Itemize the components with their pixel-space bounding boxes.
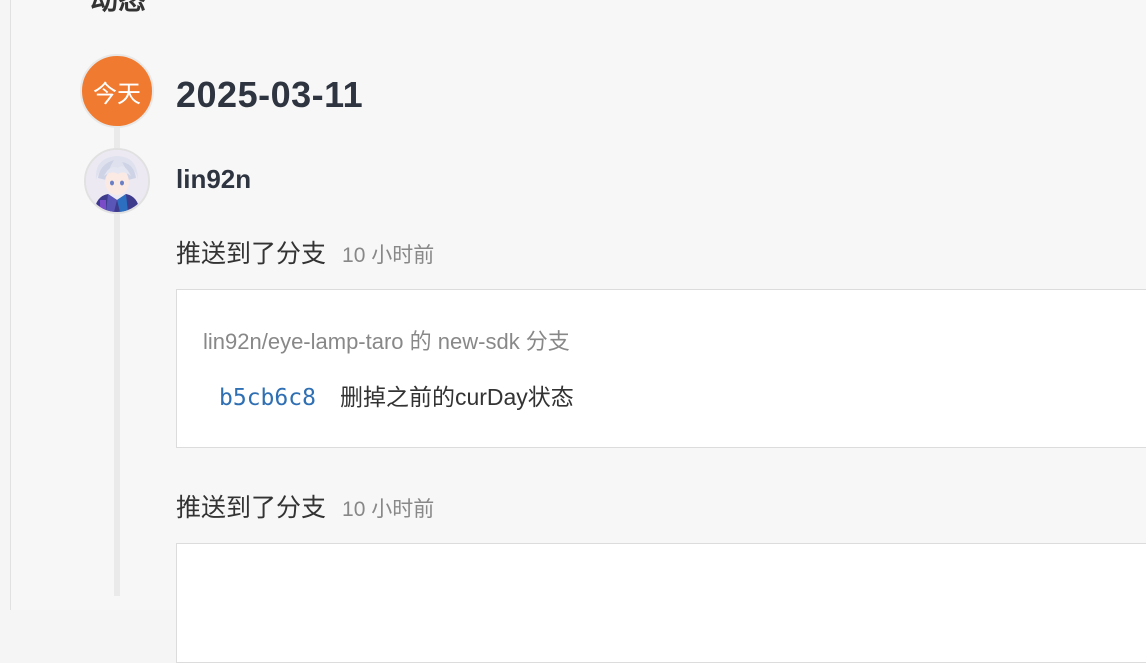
date-badge: 今天	[80, 54, 154, 128]
event-action: 推送到了分支	[176, 494, 327, 522]
push-card	[176, 543, 1146, 663]
date-badge-label: 今天	[93, 80, 141, 108]
commit-row: b5cb6c8 删掉之前的curDay状态	[219, 378, 574, 412]
repo-branch-link[interactable]: lin92n/eye-lamp-taro 的 new-sdk 分支	[203, 324, 570, 356]
event-title: 推送到了分支 10 小时前	[176, 488, 434, 524]
username-link[interactable]: lin92n	[176, 164, 251, 195]
section-heading-partial: 动态	[90, 0, 146, 18]
push-card: lin92n/eye-lamp-taro 的 new-sdk 分支 b5cb6c…	[176, 289, 1146, 448]
commit-hash-link[interactable]: b5cb6c8	[219, 385, 316, 411]
commit-message: 删掉之前的curDay状态	[339, 384, 574, 410]
event-time: 10 小时前	[342, 498, 435, 521]
timeline-date: 2025-03-11	[176, 74, 364, 115]
event-time: 10 小时前	[342, 244, 435, 267]
event-action: 推送到了分支	[176, 240, 327, 268]
user-avatar[interactable]	[84, 148, 150, 214]
event-title: 推送到了分支 10 小时前	[176, 234, 434, 270]
avatar-icon	[86, 150, 148, 212]
